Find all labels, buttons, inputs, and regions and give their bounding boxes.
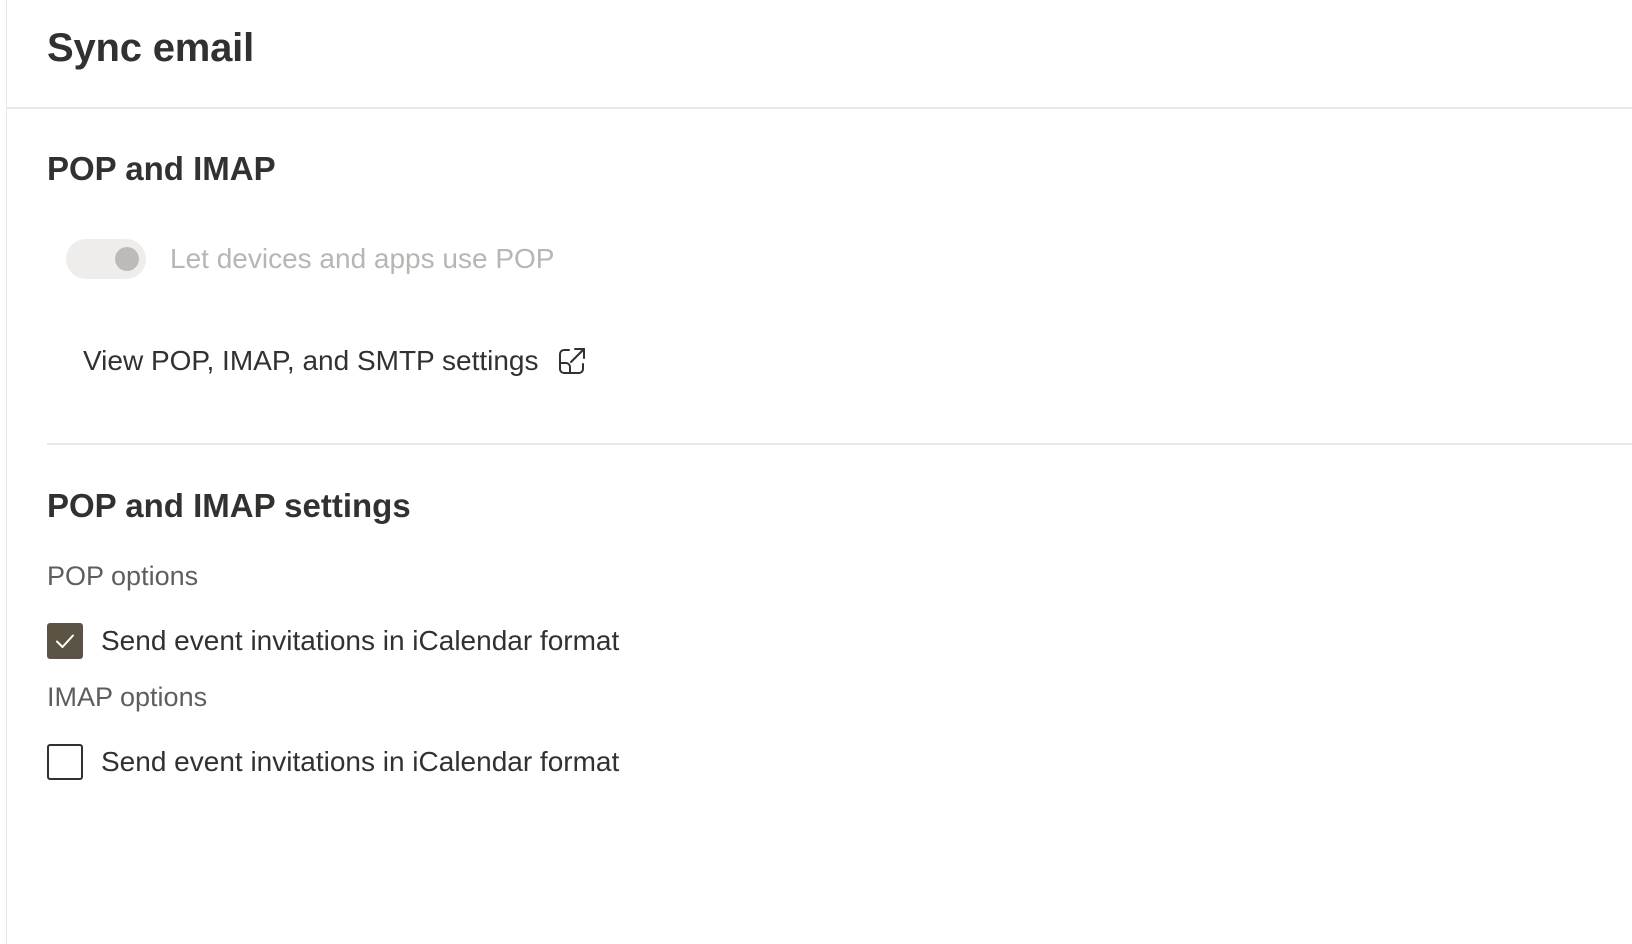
pop-icalendar-checkbox[interactable] — [47, 623, 83, 659]
section-divider — [47, 443, 1632, 445]
checkmark-icon — [56, 634, 74, 648]
pop-icalendar-label: Send event invitations in iCalendar form… — [101, 625, 620, 656]
imap-icalendar-option[interactable]: Send event invitations in iCalendar form… — [47, 741, 619, 783]
open-in-new-window-icon — [556, 345, 588, 377]
pop-icalendar-option[interactable]: Send event invitations in iCalendar form… — [47, 620, 619, 662]
page-title: Sync email — [47, 26, 255, 70]
sync-email-panel: Sync email POP and IMAP Let devices and … — [6, 0, 1632, 944]
view-settings-link[interactable]: View POP, IMAP, and SMTP settings — [83, 340, 588, 382]
imap-icalendar-label: Send event invitations in iCalendar form… — [101, 746, 620, 777]
pop-toggle-row: Let devices and apps use POP — [66, 238, 554, 280]
pop-imap-settings-heading: POP and IMAP settings — [47, 487, 411, 524]
pop-toggle-switch[interactable] — [66, 239, 146, 279]
toggle-knob — [115, 247, 139, 271]
pop-options-label: POP options — [47, 561, 199, 591]
pop-imap-heading: POP and IMAP — [47, 150, 276, 187]
imap-icalendar-checkbox[interactable] — [47, 744, 83, 780]
view-settings-link-text[interactable]: View POP, IMAP, and SMTP settings — [83, 345, 539, 377]
header-divider — [7, 107, 1632, 109]
pop-toggle-label: Let devices and apps use POP — [170, 243, 555, 274]
imap-options-label: IMAP options — [47, 682, 208, 712]
